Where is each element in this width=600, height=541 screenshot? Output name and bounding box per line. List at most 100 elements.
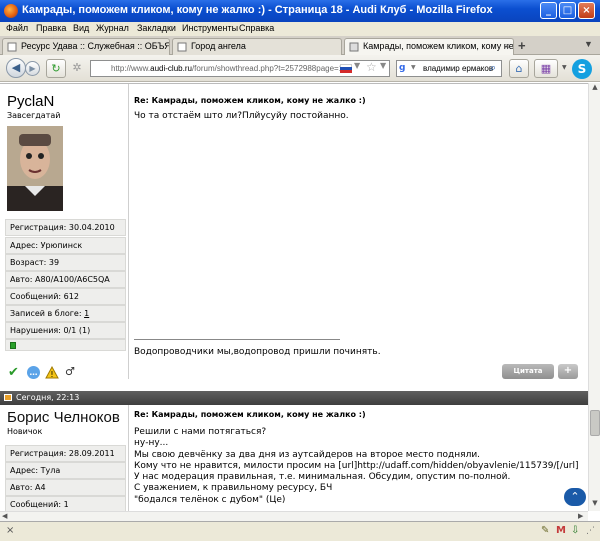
tab-label: Ресурс Удава :: Служебная :: ОБЪЯВЛ... (21, 41, 170, 51)
username[interactable]: Борис Челноков (7, 409, 120, 426)
new-tab-icon[interactable]: + (518, 38, 526, 53)
menu-bookmarks[interactable]: Закладки (137, 23, 176, 33)
close-findbar-icon[interactable]: × (6, 525, 14, 536)
blog-label: Записей в блоге: (10, 309, 85, 318)
user-title: Новичок (7, 427, 43, 436)
scroll-to-top-icon[interactable]: ⌃ (564, 488, 586, 506)
post-icon (4, 394, 12, 401)
dropdown-icon[interactable]: ▼ (354, 61, 360, 70)
gmail-icon[interactable]: M (556, 525, 566, 536)
signature-divider (134, 339, 340, 340)
user-info-posts: Сообщений: 1 (5, 496, 126, 511)
download-icon[interactable]: ⇩ (571, 525, 579, 536)
tab-bar: Ресурс Удава :: Служебная :: ОБЪЯВЛ... Г… (0, 36, 600, 55)
forum-content: РусlaN Завсегдатай Регистрация: 30.04.20… (0, 83, 588, 511)
scroll-up-icon[interactable]: ▲ (590, 83, 600, 95)
post-date: Сегодня, 22:13 (16, 393, 80, 402)
post-signature: Водопроводчики мы,водопровод пришли почи… (134, 347, 381, 357)
google-icon[interactable]: g (399, 63, 410, 74)
reputation-bar (5, 339, 126, 351)
dropdown-icon[interactable]: ▼ (380, 61, 386, 70)
search-engine-dropdown-icon[interactable]: ▼ (411, 64, 416, 71)
addons-icon[interactable]: ▦ (534, 59, 558, 78)
post-title: Re: Камрады, поможем кликом, кому не жал… (134, 96, 366, 105)
firefox-icon (4, 4, 18, 18)
horizontal-scrollbar[interactable]: ◀ ▶ (0, 511, 588, 521)
scrollbar-thumb[interactable] (590, 410, 600, 436)
user-info-posts: Сообщений: 612 (5, 288, 126, 305)
menu-bar: Файл Правка Вид Журнал Закладки Инструме… (0, 22, 600, 36)
url-path: /forum/showthread.php?t=2572988page=18 (191, 64, 348, 73)
window-title-bar: Камрады, поможем кликом, кому не жалко :… (0, 0, 600, 22)
search-magnifier-icon[interactable]: ⌕ (490, 61, 496, 75)
close-button[interactable]: × (578, 2, 595, 19)
stop-icon[interactable]: ✲ (67, 59, 87, 78)
maximize-button[interactable]: □ (559, 2, 576, 19)
username[interactable]: РусlaN (7, 93, 54, 110)
user-info-address: Адрес: Тула (5, 462, 126, 479)
menu-help[interactable]: Справка (239, 23, 274, 33)
search-value: владимир ермаков (423, 64, 494, 73)
page-icon (7, 42, 17, 52)
post-date-bar: Сегодня, 22:13 (0, 391, 588, 405)
menu-history[interactable]: Журнал (96, 23, 129, 33)
scroll-down-icon[interactable]: ▼ (590, 499, 600, 511)
vertical-scrollbar[interactable]: ▲ ▼ (588, 83, 600, 511)
page-icon (177, 42, 187, 52)
back-icon[interactable]: ◀ (6, 58, 26, 78)
user-info-registration: Регистрация: 28.09.2011 (5, 445, 126, 462)
user-title: Завсегдатай (7, 111, 61, 120)
tab-list-icon[interactable]: ▼ (584, 39, 593, 49)
user-info-blog: Записей в блоге: 1 (5, 305, 126, 322)
user-info-registration: Регистрация: 30.04.2010 (5, 219, 126, 236)
status-bar: × ✎ M ⇩ ⋰ (0, 521, 600, 541)
quote-button[interactable]: Цитата (502, 364, 554, 379)
post-divider (128, 83, 129, 379)
skype-icon[interactable]: S (572, 59, 592, 79)
blog-count-link[interactable]: 1 (84, 309, 89, 318)
post-top-border (0, 83, 588, 84)
dropdown-icon[interactable]: ▼ (562, 64, 567, 71)
menu-edit[interactable]: Правка (36, 23, 66, 33)
user-info-car: Авто: А4 (5, 479, 126, 496)
post-title: Re: Камрады, поможем кликом, кому не жал… (134, 410, 366, 419)
url-prefix: http://www. (111, 64, 151, 73)
avatar[interactable] (7, 126, 63, 211)
warning-icon[interactable]: ! (45, 366, 59, 379)
tab-kamrady[interactable]: Камрады, поможем кликом, кому не жа... × (344, 38, 514, 55)
tab-label: Камрады, поможем кликом, кому не жа... (363, 41, 514, 51)
tab-gorod-angela[interactable]: Город ангела (172, 38, 342, 55)
bookmark-star-icon[interactable]: ☆ (366, 60, 377, 74)
tab-resurs-udava[interactable]: Ресурс Удава :: Служебная :: ОБЪЯВЛ... (2, 38, 170, 55)
pen-icon[interactable]: ✎ (541, 525, 549, 536)
audi-club-icon (349, 42, 359, 52)
russia-flag-icon (340, 64, 352, 73)
message-icon[interactable]: … (27, 366, 40, 379)
scroll-right-icon[interactable]: ▶ (578, 512, 583, 520)
scroll-left-icon[interactable]: ◀ (2, 512, 7, 520)
minimize-button[interactable]: _ (540, 2, 557, 19)
tab-close-icon[interactable]: × (505, 41, 510, 51)
menu-view[interactable]: Вид (73, 23, 89, 33)
navigation-toolbar: ◀ ▶ ↻ ✲ http://www.audi-club.ru/forum/sh… (0, 55, 600, 82)
url-domain: audi-club.ru (150, 64, 192, 73)
forward-icon[interactable]: ▶ (25, 61, 40, 76)
user-info-car: Авто: A80/A100/A6C5QA (5, 271, 126, 288)
tab-label: Город ангела (191, 41, 246, 51)
checkmark-icon[interactable]: ✔ (8, 365, 19, 380)
plus-rep-button[interactable]: + (558, 364, 578, 379)
post-body: Чо та отстаём што ли?Плйусуйу постойанно… (134, 111, 349, 121)
post-body: Решили с нами потягаться? ну-ну... Мы св… (134, 427, 579, 505)
post-divider (128, 405, 129, 511)
svg-text:!: ! (50, 370, 53, 379)
user-info-violations: Нарушения: 0/1 (1) (5, 322, 126, 339)
male-icon: ♂ (65, 365, 75, 378)
resize-grip-icon: ⋰ (586, 526, 595, 536)
window-title: Камрады, поможем кликом, кому не жалко :… (22, 4, 493, 16)
reputation-icon (10, 342, 16, 349)
menu-file[interactable]: Файл (6, 23, 28, 33)
reload-icon[interactable]: ↻ (46, 59, 66, 78)
user-info-address: Адрес: Урюпинск (5, 237, 126, 254)
menu-tools[interactable]: Инструменты (182, 23, 238, 33)
home-icon[interactable]: ⌂ (509, 59, 529, 78)
